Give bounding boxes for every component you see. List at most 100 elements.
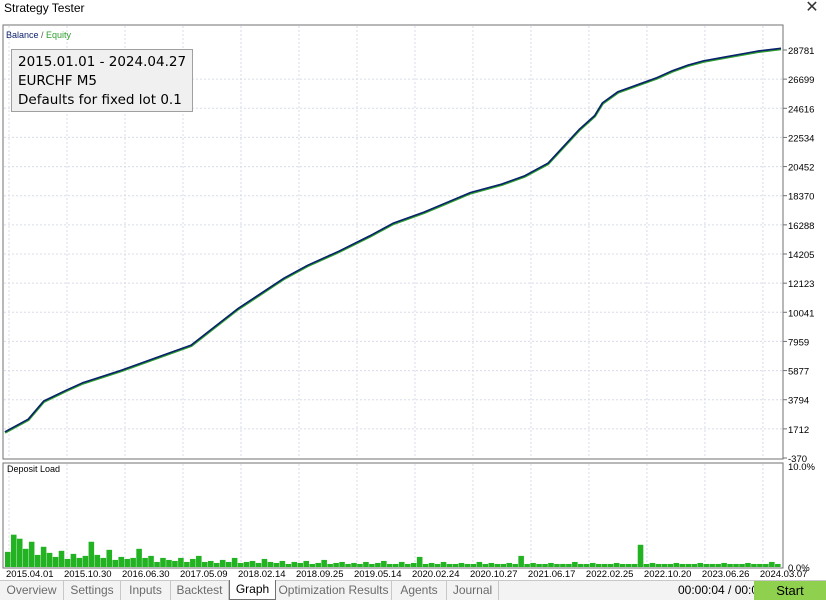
x-axis-tick-label: 2018.09.25 — [296, 569, 344, 580]
deposit-load-bar — [58, 550, 65, 567]
deposit-load-bar — [387, 563, 393, 567]
deposit-load-bar — [172, 560, 178, 567]
deposit-load-bar — [28, 541, 35, 567]
y-axis-tick-label: 16288 — [788, 221, 814, 232]
deposit-load-bar — [154, 561, 160, 567]
deposit-load-bar — [613, 562, 620, 567]
y-axis-tick-label: 18370 — [788, 192, 814, 203]
deposit-load-bar — [410, 562, 417, 567]
deposit-load-bar — [643, 563, 650, 567]
deposit-load-bar — [321, 559, 327, 567]
deposit-load-bar — [524, 563, 530, 567]
deposit-load-bar — [601, 563, 608, 567]
deposit-load-bar — [166, 559, 172, 567]
y-axis-tick-label: 5877 — [788, 367, 809, 378]
deposit-load-bar — [703, 563, 709, 567]
deposit-load-bar — [625, 563, 632, 567]
deposit-load-bar — [136, 548, 142, 567]
deposit-load-bar — [237, 562, 244, 567]
deposit-load-bar — [476, 561, 483, 567]
deposit-load-bar — [207, 560, 214, 567]
test-period: 2015.01.01 - 2024.04.27 — [18, 54, 187, 70]
x-axis-tick-label: 2021.06.17 — [528, 569, 576, 580]
deposit-load-bar — [178, 557, 184, 567]
tab-bar: Overview Settings Inputs Backtest Graph … — [0, 580, 826, 600]
tab-backtest[interactable]: Backtest — [171, 581, 229, 600]
deposit-load-bar — [88, 541, 95, 567]
deposit-load-bar — [572, 561, 578, 567]
deposit-load-bar — [267, 561, 274, 567]
deposit-load-bar — [518, 555, 524, 567]
deposit-load-bar — [691, 563, 698, 567]
deposit-load-bar — [106, 549, 113, 567]
deposit-load-bar — [512, 563, 518, 567]
deposit-load-bar — [584, 563, 590, 567]
tab-overview[interactable]: Overview — [0, 581, 64, 600]
deposit-load-bar — [76, 557, 83, 567]
deposit-load-bar — [607, 563, 614, 567]
deposit-load-bar — [100, 557, 107, 567]
deposit-load-bar — [291, 561, 298, 567]
y-axis-tick-label: 20452 — [788, 163, 814, 174]
tab-agents[interactable]: Agents — [392, 581, 447, 600]
deposit-load-bar — [243, 561, 250, 567]
y-axis-tick-label: 22534 — [788, 133, 814, 144]
deposit-load-bar — [566, 563, 572, 567]
deposit-load-bar — [578, 563, 584, 567]
window-title: Strategy Tester — [4, 1, 85, 15]
deposit-load-bar — [560, 563, 566, 567]
deposit-load-bar — [506, 562, 512, 567]
deposit-load-bar — [536, 563, 542, 567]
deposit-load-bar — [345, 563, 351, 567]
x-axis-tick-label: 2020.10.27 — [470, 569, 518, 580]
deposit-load-bar — [739, 563, 745, 567]
x-axis-tick-label: 2015.04.01 — [6, 569, 54, 580]
deposit-load-bar — [697, 562, 703, 567]
deposit-load-bar — [381, 560, 387, 567]
deposit-load-bar — [404, 563, 411, 567]
deposit-load-bar — [375, 562, 381, 567]
legend-balance: Balance — [6, 30, 39, 40]
deposit-load-bar — [715, 563, 721, 567]
x-axis-tick-label: 2022.10.20 — [644, 569, 692, 580]
deposit-load-bar — [279, 560, 286, 567]
deposit-load-bar — [225, 561, 232, 567]
deposit-load-bar — [52, 556, 59, 567]
deposit-load-bar — [464, 563, 471, 567]
legend-separator: / — [39, 30, 47, 40]
deposit-load-bar — [500, 563, 507, 567]
deposit-load-bar — [70, 553, 77, 567]
deposit-load-bar — [446, 563, 453, 567]
deposit-load-bar — [130, 557, 136, 567]
deposit-load-bar — [727, 563, 733, 567]
tab-inputs[interactable]: Inputs — [121, 581, 171, 600]
deposit-load-bar — [5, 551, 11, 567]
deposit-load-bar — [190, 558, 196, 567]
x-axis-tick-label: 2023.06.26 — [702, 569, 750, 580]
start-button[interactable]: Start — [754, 581, 826, 600]
deposit-load-bar — [595, 563, 602, 567]
deposit-load-bar — [124, 558, 130, 567]
deposit-load-bar — [112, 559, 119, 567]
tab-settings[interactable]: Settings — [64, 581, 121, 600]
deposit-load-bar — [273, 562, 280, 567]
tab-optimization-results[interactable]: Optimization Results — [276, 581, 392, 600]
deposit-load-bar — [452, 563, 459, 567]
deposit-load-bar — [619, 563, 626, 567]
deposit-load-plot-frame — [2, 462, 784, 569]
deposit-load-bar — [94, 554, 101, 567]
deposit-load-bar — [709, 563, 715, 567]
deposit-load-bar — [82, 555, 89, 567]
y-axis-tick-label: 3794 — [788, 396, 809, 407]
x-axis-tick-label: 2018.02.14 — [238, 569, 286, 580]
y-axis-tick-label: 14205 — [788, 250, 814, 261]
y-axis-tick-label: 12123 — [788, 279, 814, 290]
tab-journal[interactable]: Journal — [447, 581, 499, 600]
deposit-load-bar — [40, 546, 47, 567]
test-symbol: EURCHF M5 — [18, 73, 97, 89]
close-icon[interactable]: ✕ — [804, 0, 820, 17]
x-axis-tick-label: 2019.05.14 — [354, 569, 402, 580]
tab-graph[interactable]: Graph — [229, 580, 276, 600]
deposit-load-bar — [488, 562, 495, 567]
y-axis-tick-label: 7959 — [788, 337, 809, 348]
